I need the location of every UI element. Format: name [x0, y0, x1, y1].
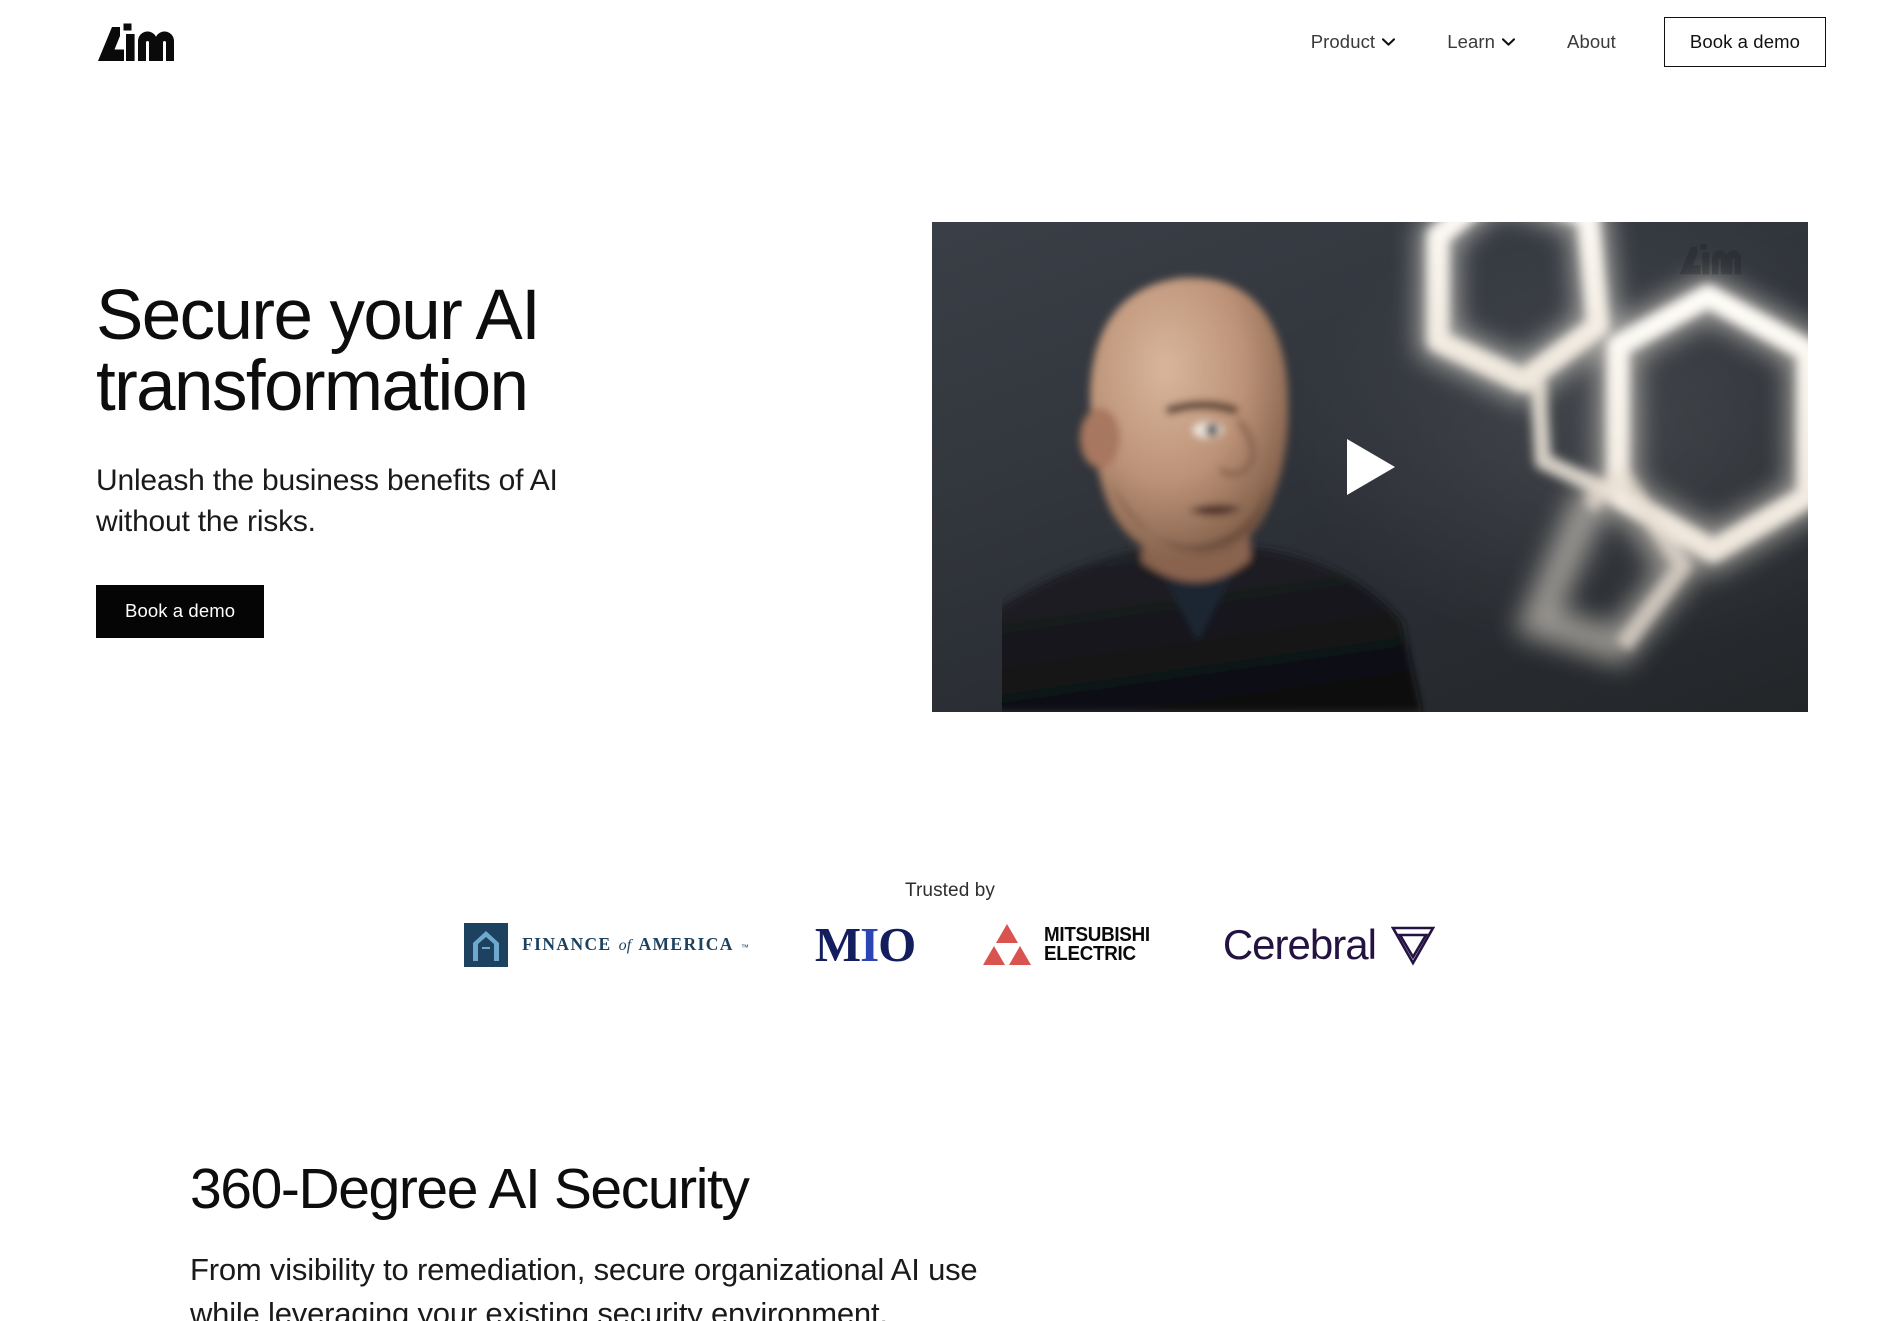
mio-wordmark: MIO	[814, 917, 916, 972]
trusted-by-label: Trusted by	[904, 880, 996, 901]
logo-mitsubishi-electric: MITSUBISHI ELECTRIC	[981, 922, 1157, 968]
main-navigation: Product Learn About Book a demo	[1285, 16, 1826, 68]
foa-word-america: AMERICA	[638, 934, 734, 954]
nav-item-learn[interactable]: Learn	[1421, 16, 1541, 68]
hero-copy: Secure your AI transformation Unleash th…	[96, 280, 856, 638]
foa-trademark: ™	[740, 943, 749, 952]
three-diamonds-icon	[983, 923, 1032, 965]
hero-book-demo-button[interactable]: Book a demo	[96, 584, 265, 638]
nav-item-learn-label: Learn	[1447, 31, 1496, 52]
nav-item-about-label: About	[1567, 31, 1616, 52]
trusted-by-logo-row: FINANCE of AMERICA ™ MIO MITSUBISHI ELEC…	[0, 920, 1900, 969]
logo-cerebral: Cerebral	[1222, 920, 1436, 968]
aim-logo-icon	[98, 23, 174, 61]
section-360-degree-ai-security: 360-Degree AI Security From visibility t…	[190, 1157, 1390, 1321]
mitsubishi-line-2: ELECTRIC	[1044, 942, 1137, 965]
cerebral-wordmark: Cerebral	[1222, 920, 1377, 968]
video-aim-watermark-icon	[1679, 244, 1742, 275]
site-header: Product Learn About Book a demo	[0, 0, 1900, 86]
house-icon	[464, 922, 509, 967]
nested-triangle-icon	[1390, 926, 1436, 966]
chevron-down-icon	[1502, 38, 1516, 46]
section-360-body: From visibility to remediation, secure o…	[190, 1251, 978, 1321]
hero-title: Secure your AI transformation	[96, 276, 541, 426]
mio-letter-m: M	[814, 917, 861, 972]
section-360-title: 360-Degree AI Security	[190, 1157, 750, 1221]
landing-page: Product Learn About Book a demo Secure y…	[0, 0, 1900, 1321]
aim-logo[interactable]	[96, 21, 180, 63]
mio-letter-o: O	[878, 917, 916, 972]
foa-word-finance: FINANCE	[522, 934, 612, 954]
nav-item-product-label: Product	[1310, 31, 1376, 52]
nav-item-about[interactable]: About	[1541, 16, 1642, 68]
video-subject-person	[1002, 277, 1422, 712]
play-button-icon[interactable]	[1343, 437, 1397, 497]
hero-subtitle: Unleash the business benefits of AI with…	[96, 464, 558, 539]
header-book-demo-button[interactable]: Book a demo	[1663, 17, 1826, 67]
chevron-down-icon	[1382, 38, 1396, 46]
nav-item-product[interactable]: Product	[1285, 16, 1421, 68]
logo-finance-of-america: FINANCE of AMERICA ™	[464, 922, 749, 967]
hero-video-player[interactable]	[932, 222, 1808, 712]
foa-word-of: of	[618, 937, 632, 954]
logo-mio: MIO	[814, 917, 916, 972]
mio-letter-i: I	[860, 917, 879, 972]
